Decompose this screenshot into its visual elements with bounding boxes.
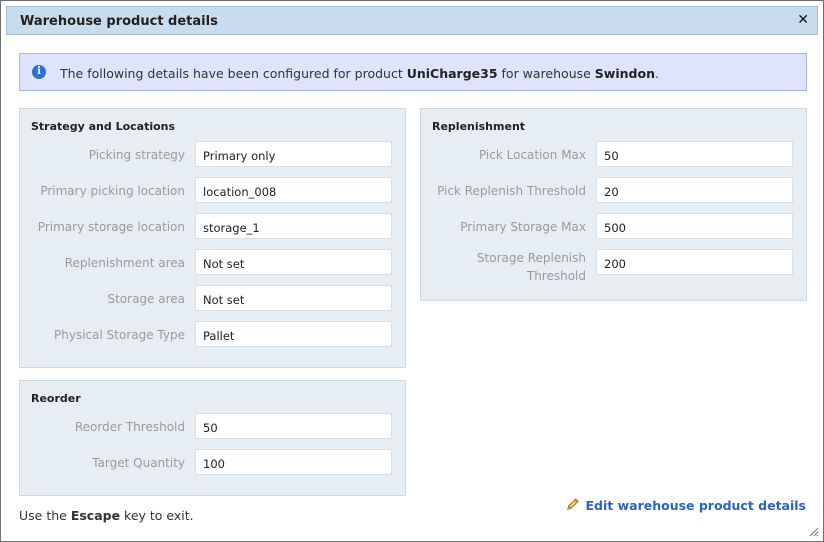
field-row: Primary picking location location_008 [20, 177, 405, 205]
primary-storage-location-value: storage_1 [195, 213, 392, 239]
picking-strategy-label: Picking strategy [88, 148, 185, 162]
pick-replenish-threshold-label: Pick Replenish Threshold [437, 184, 586, 198]
storage-replenish-threshold-label: Storage Replenish Threshold [477, 249, 586, 285]
reorder-panel: Reorder Reorder Threshold 50 Target Quan… [19, 380, 406, 496]
target-quantity-label: Target Quantity [92, 456, 185, 470]
footer-key: Escape [70, 508, 121, 523]
field-row: Picking strategy Primary only [20, 141, 405, 169]
info-prefix: The following details have been configur… [60, 66, 407, 81]
physical-storage-type-label: Physical Storage Type [54, 328, 185, 342]
physical-storage-type-value: Pallet [195, 321, 392, 347]
pencil-icon [567, 498, 580, 510]
storage-area-label: Storage area [107, 292, 185, 306]
info-icon: i [32, 65, 46, 79]
primary-picking-location-value: location_008 [195, 177, 392, 203]
resize-grip-icon[interactable] [807, 525, 819, 537]
reorder-threshold-value: 50 [195, 413, 392, 439]
info-warehouse: Swindon [594, 66, 655, 81]
storage-replenish-threshold-label-line2: Threshold [526, 269, 586, 283]
pick-location-max-value: 50 [596, 141, 793, 167]
field-row: Storage area Not set [20, 285, 405, 313]
reorder-threshold-label: Reorder Threshold [74, 420, 185, 434]
field-row: Pick Replenish Threshold 20 [421, 177, 806, 205]
replenishment-area-label: Replenishment area [64, 256, 185, 270]
edit-warehouse-product-link[interactable]: Edit warehouse product details [565, 497, 806, 513]
footer-suffix: key to exit. [120, 508, 194, 523]
dialog-titlebar[interactable]: Warehouse product details ✕ [6, 6, 818, 35]
primary-storage-max-label: Primary Storage Max [460, 220, 586, 234]
replenishment-panel-title: Replenishment [432, 120, 526, 133]
edit-link-label: Edit warehouse product details [585, 498, 806, 513]
field-row: Primary Storage Max 500 [421, 213, 806, 241]
pick-location-max-label: Pick Location Max [478, 148, 586, 162]
dialog-title: Warehouse product details [20, 14, 218, 29]
strategy-panel: Strategy and Locations Picking strategy … [19, 108, 406, 368]
primary-picking-location-label: Primary picking location [40, 184, 185, 198]
footer-hint: Use the Escape key to exit. [19, 508, 194, 523]
field-row: Replenishment area Not set [20, 249, 405, 277]
storage-replenish-threshold-label-line1: Storage Replenish [476, 251, 586, 265]
storage-area-value: Not set [195, 285, 392, 311]
info-middle: for warehouse [497, 66, 595, 81]
field-row: Storage Replenish Threshold 200 [421, 249, 806, 289]
pick-replenish-threshold-value: 20 [596, 177, 793, 203]
footer-prefix: Use the [19, 508, 71, 523]
field-row: Physical Storage Type Pallet [20, 321, 405, 349]
info-text: The following details have been configur… [60, 66, 659, 81]
close-icon[interactable]: ✕ [797, 12, 809, 28]
info-banner: i The following details have been config… [19, 53, 807, 91]
primary-storage-location-label: Primary storage location [37, 220, 185, 234]
field-row: Primary storage location storage_1 [20, 213, 405, 241]
field-row: Pick Location Max 50 [421, 141, 806, 169]
replenishment-area-value: Not set [195, 249, 392, 275]
replenishment-panel: Replenishment Pick Location Max 50 Pick … [420, 108, 807, 301]
picking-strategy-value: Primary only [195, 141, 392, 167]
warehouse-product-dialog: Warehouse product details ✕ i The follow… [0, 0, 824, 542]
reorder-panel-title: Reorder [31, 392, 81, 405]
primary-storage-max-value: 500 [596, 213, 793, 239]
field-row: Reorder Threshold 50 [20, 413, 405, 441]
storage-replenish-threshold-value: 200 [596, 249, 793, 275]
strategy-panel-title: Strategy and Locations [31, 120, 176, 133]
target-quantity-value: 100 [195, 449, 392, 475]
info-suffix: . [654, 66, 659, 81]
field-row: Target Quantity 100 [20, 449, 405, 477]
info-product: UniCharge35 [406, 66, 498, 81]
